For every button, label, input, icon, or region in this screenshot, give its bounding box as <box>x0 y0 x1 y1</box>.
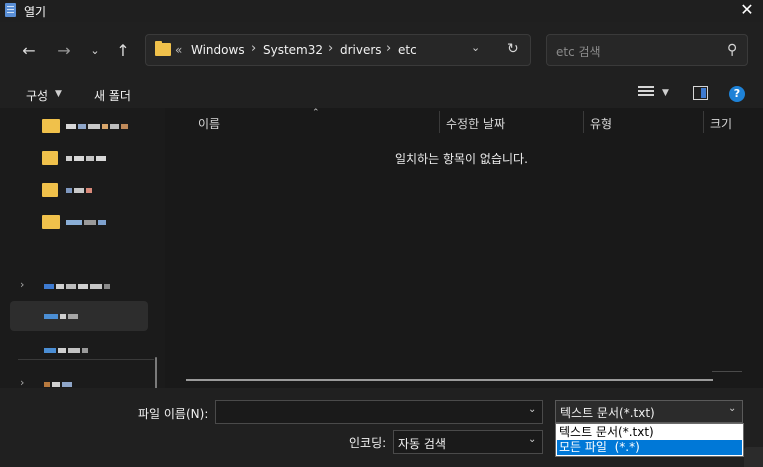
encoding-value: 자동 검색 <box>398 437 446 451</box>
chevron-down-icon[interactable]: ⌄ <box>528 404 536 415</box>
column-header-name[interactable]: 이름 <box>198 115 220 132</box>
command-toolbar: 구성 ▼ 새 폴더 ▼ ? <box>0 80 763 108</box>
sort-caret-up-icon: ⌃ <box>312 108 320 118</box>
path-overflow[interactable]: « <box>175 43 182 57</box>
close-button[interactable]: ✕ <box>736 0 758 20</box>
divider <box>712 371 742 372</box>
sidebar-item-label <box>44 279 112 293</box>
up-arrow-icon[interactable]: ↑ <box>112 40 134 62</box>
horizontal-scrollbar[interactable] <box>186 379 713 381</box>
sidebar-item[interactable] <box>10 337 150 363</box>
sidebar-item[interactable] <box>10 209 150 235</box>
sidebar-item[interactable] <box>10 113 150 139</box>
notepad-icon <box>5 3 16 17</box>
search-icon[interactable]: ⚲ <box>727 42 737 58</box>
chevron-down-icon[interactable]: ⌄ <box>728 403 736 414</box>
chevron-down-icon[interactable]: ⌄ <box>528 434 536 445</box>
filetype-select[interactable]: 텍스트 문서(*.txt) ⌄ <box>555 400 743 423</box>
folder-icon <box>42 119 60 133</box>
filename-input[interactable]: ⌄ <box>215 400 543 424</box>
encoding-select[interactable]: 자동 검색 ⌄ <box>393 430 543 454</box>
recent-chevron-icon[interactable]: ⌄ <box>84 40 106 62</box>
empty-message: 일치하는 항목이 없습니다. <box>395 152 528 166</box>
breadcrumb-system32[interactable]: System32 <box>263 43 323 57</box>
search-placeholder: etc 검색 <box>556 45 601 59</box>
sidebar-item[interactable] <box>10 177 150 203</box>
folder-icon <box>42 183 58 197</box>
sidebar-item-label <box>44 343 90 357</box>
address-bar[interactable]: « Windows › System32 › drivers › etc ⌄ ↻ <box>145 34 531 66</box>
cancel-button[interactable] <box>744 447 763 467</box>
folder-icon <box>42 215 60 229</box>
navigation-pane[interactable]: › › <box>0 108 165 449</box>
column-header-size[interactable]: 크기 <box>710 115 732 132</box>
filetype-dropdown-list[interactable]: 텍스트 문서(*.txt) 모든 파일 (*.*) <box>555 423 744 457</box>
filetype-option-txt[interactable]: 텍스트 문서(*.txt) <box>557 425 742 440</box>
organize-button[interactable]: 구성 <box>26 87 48 104</box>
window-title: 열기 <box>24 5 47 19</box>
new-folder-button[interactable]: 새 폴더 <box>94 87 131 104</box>
help-icon[interactable]: ? <box>729 86 745 102</box>
caret-down-icon[interactable]: ▼ <box>55 89 62 99</box>
sidebar-item-label <box>44 309 80 323</box>
caret-down-icon[interactable]: ▼ <box>662 88 669 98</box>
column-separator[interactable] <box>703 111 704 133</box>
sidebar-item-label <box>66 215 108 229</box>
title-bar: 열기 ✕ <box>0 0 763 22</box>
view-list-icon[interactable] <box>638 86 654 100</box>
folder-icon <box>42 151 58 165</box>
breadcrumb-windows[interactable]: Windows <box>191 43 245 57</box>
column-header-date-modified[interactable]: 수정한 날짜 <box>446 115 505 132</box>
sidebar-item-label <box>66 119 130 133</box>
address-history-chevron-icon[interactable]: ⌄ <box>471 41 480 54</box>
search-box[interactable]: etc 검색 ⚲ <box>546 34 748 66</box>
folder-icon <box>155 41 171 56</box>
column-separator[interactable] <box>439 111 440 133</box>
column-header-type[interactable]: 유형 <box>590 115 612 132</box>
sidebar-item-label <box>66 183 94 197</box>
filetype-value: 텍스트 문서(*.txt) <box>560 406 655 420</box>
back-icon[interactable]: ← <box>18 40 40 62</box>
breadcrumb-separator-icon: › <box>251 41 257 56</box>
sidebar-item[interactable]: › <box>10 273 150 299</box>
breadcrumb-separator-icon: › <box>328 41 334 56</box>
refresh-icon[interactable]: ↻ <box>507 41 519 57</box>
chevron-right-icon[interactable]: › <box>20 278 24 291</box>
column-separator[interactable] <box>583 111 584 133</box>
file-list[interactable]: ⌃ 이름 수정한 날짜 유형 크기 일치하는 항목이 없습니다. <box>166 108 763 388</box>
forward-icon[interactable]: → <box>53 40 75 62</box>
preview-pane-icon[interactable] <box>693 86 708 100</box>
sidebar-item[interactable] <box>10 145 150 171</box>
sidebar-item-label <box>66 151 108 165</box>
sidebar-item-selected[interactable] <box>10 301 148 331</box>
filetype-option-all[interactable]: 모든 파일 (*.*) <box>557 440 742 455</box>
breadcrumb-drivers[interactable]: drivers <box>340 43 382 57</box>
encoding-label: 인코딩: <box>349 436 387 450</box>
breadcrumb-separator-icon: › <box>386 41 392 56</box>
filename-label: 파일 이름(N): <box>138 407 209 421</box>
breadcrumb-etc[interactable]: etc <box>398 43 417 57</box>
